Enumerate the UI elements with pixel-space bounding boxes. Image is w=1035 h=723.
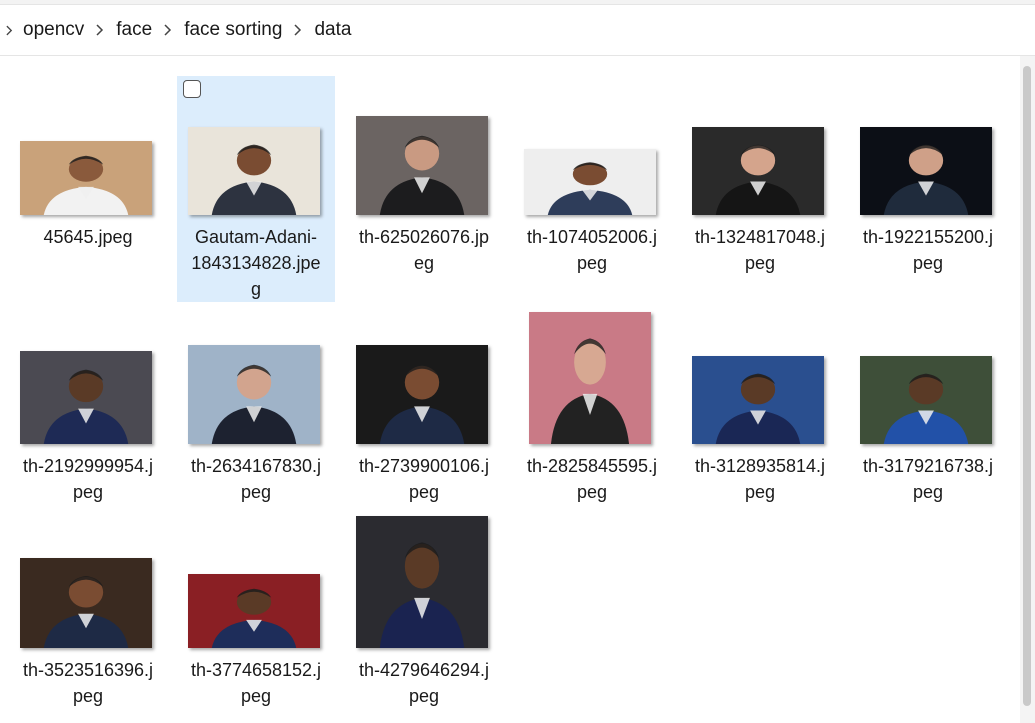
file-name-label: th-2739900106.j peg xyxy=(358,456,490,502)
file-name-label: th-3179216738.j peg xyxy=(862,456,994,502)
file-name-label: th-625026076.jp eg xyxy=(358,227,490,273)
file-name-label: th-1324817048.j peg xyxy=(694,227,826,273)
file-name-label: th-3523516396.j peg xyxy=(22,660,154,706)
breadcrumb-separator-icon[interactable] xyxy=(89,24,111,36)
image-thumbnail[interactable] xyxy=(20,141,152,215)
breadcrumb-chevron-icon[interactable] xyxy=(0,25,18,36)
image-thumbnail[interactable] xyxy=(524,149,656,215)
file-item[interactable]: th-1074052006.j peg xyxy=(513,76,671,276)
breadcrumb-item-data[interactable]: data xyxy=(309,19,356,41)
image-thumbnail[interactable] xyxy=(188,345,320,444)
breadcrumb-item-face[interactable]: face xyxy=(111,19,157,41)
image-thumbnail[interactable] xyxy=(529,312,651,444)
image-thumbnail[interactable] xyxy=(860,127,992,215)
select-checkbox[interactable] xyxy=(183,80,201,98)
image-thumbnail[interactable] xyxy=(356,116,488,215)
scrollbar-thumb[interactable] xyxy=(1023,66,1031,706)
breadcrumb-item-opencv[interactable]: opencv xyxy=(18,19,89,41)
file-name-label: th-3128935814.j peg xyxy=(694,456,826,502)
file-item[interactable]: th-4279646294.j peg xyxy=(345,510,503,709)
file-name-label: th-2192999954.j peg xyxy=(22,456,154,502)
image-thumbnail[interactable] xyxy=(20,351,152,444)
file-name-label: th-2634167830.j peg xyxy=(190,456,322,502)
file-name-label: th-4279646294.j peg xyxy=(358,660,490,706)
image-thumbnail[interactable] xyxy=(692,356,824,444)
file-item[interactable]: th-1324817048.j peg xyxy=(681,76,839,276)
file-item[interactable]: th-3523516396.j peg xyxy=(9,510,167,709)
file-item[interactable]: th-2192999954.j peg xyxy=(9,305,167,505)
image-thumbnail[interactable] xyxy=(356,345,488,444)
file-item[interactable]: th-3179216738.j peg xyxy=(849,305,1007,505)
file-item[interactable]: th-2634167830.j peg xyxy=(177,305,335,505)
image-thumbnail[interactable] xyxy=(188,127,320,215)
file-item[interactable]: th-3774658152.j peg xyxy=(177,510,335,709)
file-name-label: 45645.jpeg xyxy=(43,227,133,247)
file-name-label: th-3774658152.j peg xyxy=(190,660,322,706)
image-thumbnail[interactable] xyxy=(860,356,992,444)
vertical-scrollbar[interactable] xyxy=(1020,56,1035,723)
image-thumbnail[interactable] xyxy=(692,127,824,215)
file-item[interactable]: th-2739900106.j peg xyxy=(345,305,503,505)
file-item[interactable]: 45645.jpeg xyxy=(9,76,167,276)
image-thumbnail[interactable] xyxy=(188,574,320,648)
file-item[interactable]: th-2825845595.j peg xyxy=(513,305,671,505)
image-thumbnail[interactable] xyxy=(20,558,152,648)
breadcrumb-item-face-sorting[interactable]: face sorting xyxy=(179,19,287,41)
image-thumbnail[interactable] xyxy=(356,516,488,648)
file-name-label: th-1074052006.j peg xyxy=(526,227,658,273)
breadcrumb-separator-icon[interactable] xyxy=(157,24,179,36)
file-item[interactable]: th-625026076.jp eg xyxy=(345,76,503,276)
file-item[interactable]: th-3128935814.j peg xyxy=(681,305,839,505)
file-grid: 45645.jpeg Gautam-Adani- 1843134828.jpe g… xyxy=(0,56,1020,723)
breadcrumb-separator-icon[interactable] xyxy=(287,24,309,36)
file-item[interactable]: th-1922155200.j peg xyxy=(849,76,1007,276)
file-name-label: th-2825845595.j peg xyxy=(526,456,658,502)
file-name-label: th-1922155200.j peg xyxy=(862,227,994,273)
file-name-label: Gautam-Adani- 1843134828.jpe g xyxy=(191,227,321,299)
file-item[interactable]: Gautam-Adani- 1843134828.jpe g xyxy=(177,76,335,302)
breadcrumb: opencv face face sorting data xyxy=(0,5,1035,56)
